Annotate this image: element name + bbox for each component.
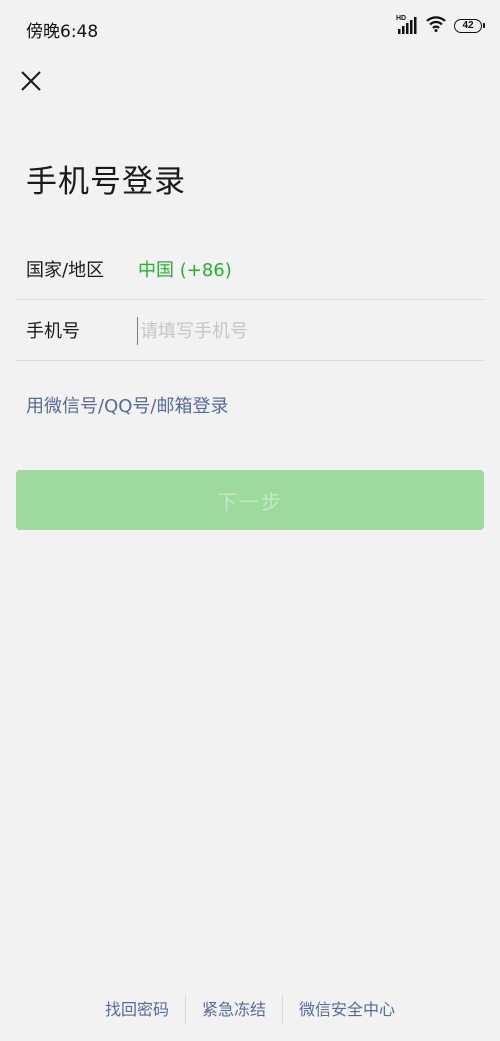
alt-login-link[interactable]: 用微信号/QQ号/邮箱登录	[26, 392, 228, 418]
phone-row: 手机号	[16, 300, 484, 361]
footer-link-security-center[interactable]: 微信安全中心	[283, 994, 411, 1026]
footer: 找回密码 紧急冻结 微信安全中心	[0, 994, 500, 1026]
country-value[interactable]: 中国 (+86)	[138, 256, 232, 282]
wifi-icon	[426, 16, 446, 36]
battery-level: 42	[462, 20, 474, 31]
footer-link-recover-password[interactable]: 找回密码	[89, 994, 185, 1026]
close-button[interactable]	[14, 64, 48, 98]
footer-link-emergency-freeze[interactable]: 紧急冻结	[186, 994, 282, 1026]
country-row[interactable]: 国家/地区 中国 (+86)	[16, 239, 484, 300]
country-label: 国家/地区	[26, 260, 105, 281]
status-time: 傍晚6:48	[26, 22, 99, 42]
next-button[interactable]: 下一步	[16, 470, 484, 530]
status-bar: 傍晚6:48 HD 42	[0, 0, 500, 56]
hd-signal-icon: HD	[396, 15, 418, 35]
phone-label: 手机号	[26, 321, 80, 342]
phone-input[interactable]	[137, 317, 470, 345]
page-title: 手机号登录	[26, 164, 186, 200]
status-icons: HD 42	[396, 15, 485, 36]
close-icon	[21, 71, 41, 91]
battery-icon: 42	[454, 19, 485, 33]
